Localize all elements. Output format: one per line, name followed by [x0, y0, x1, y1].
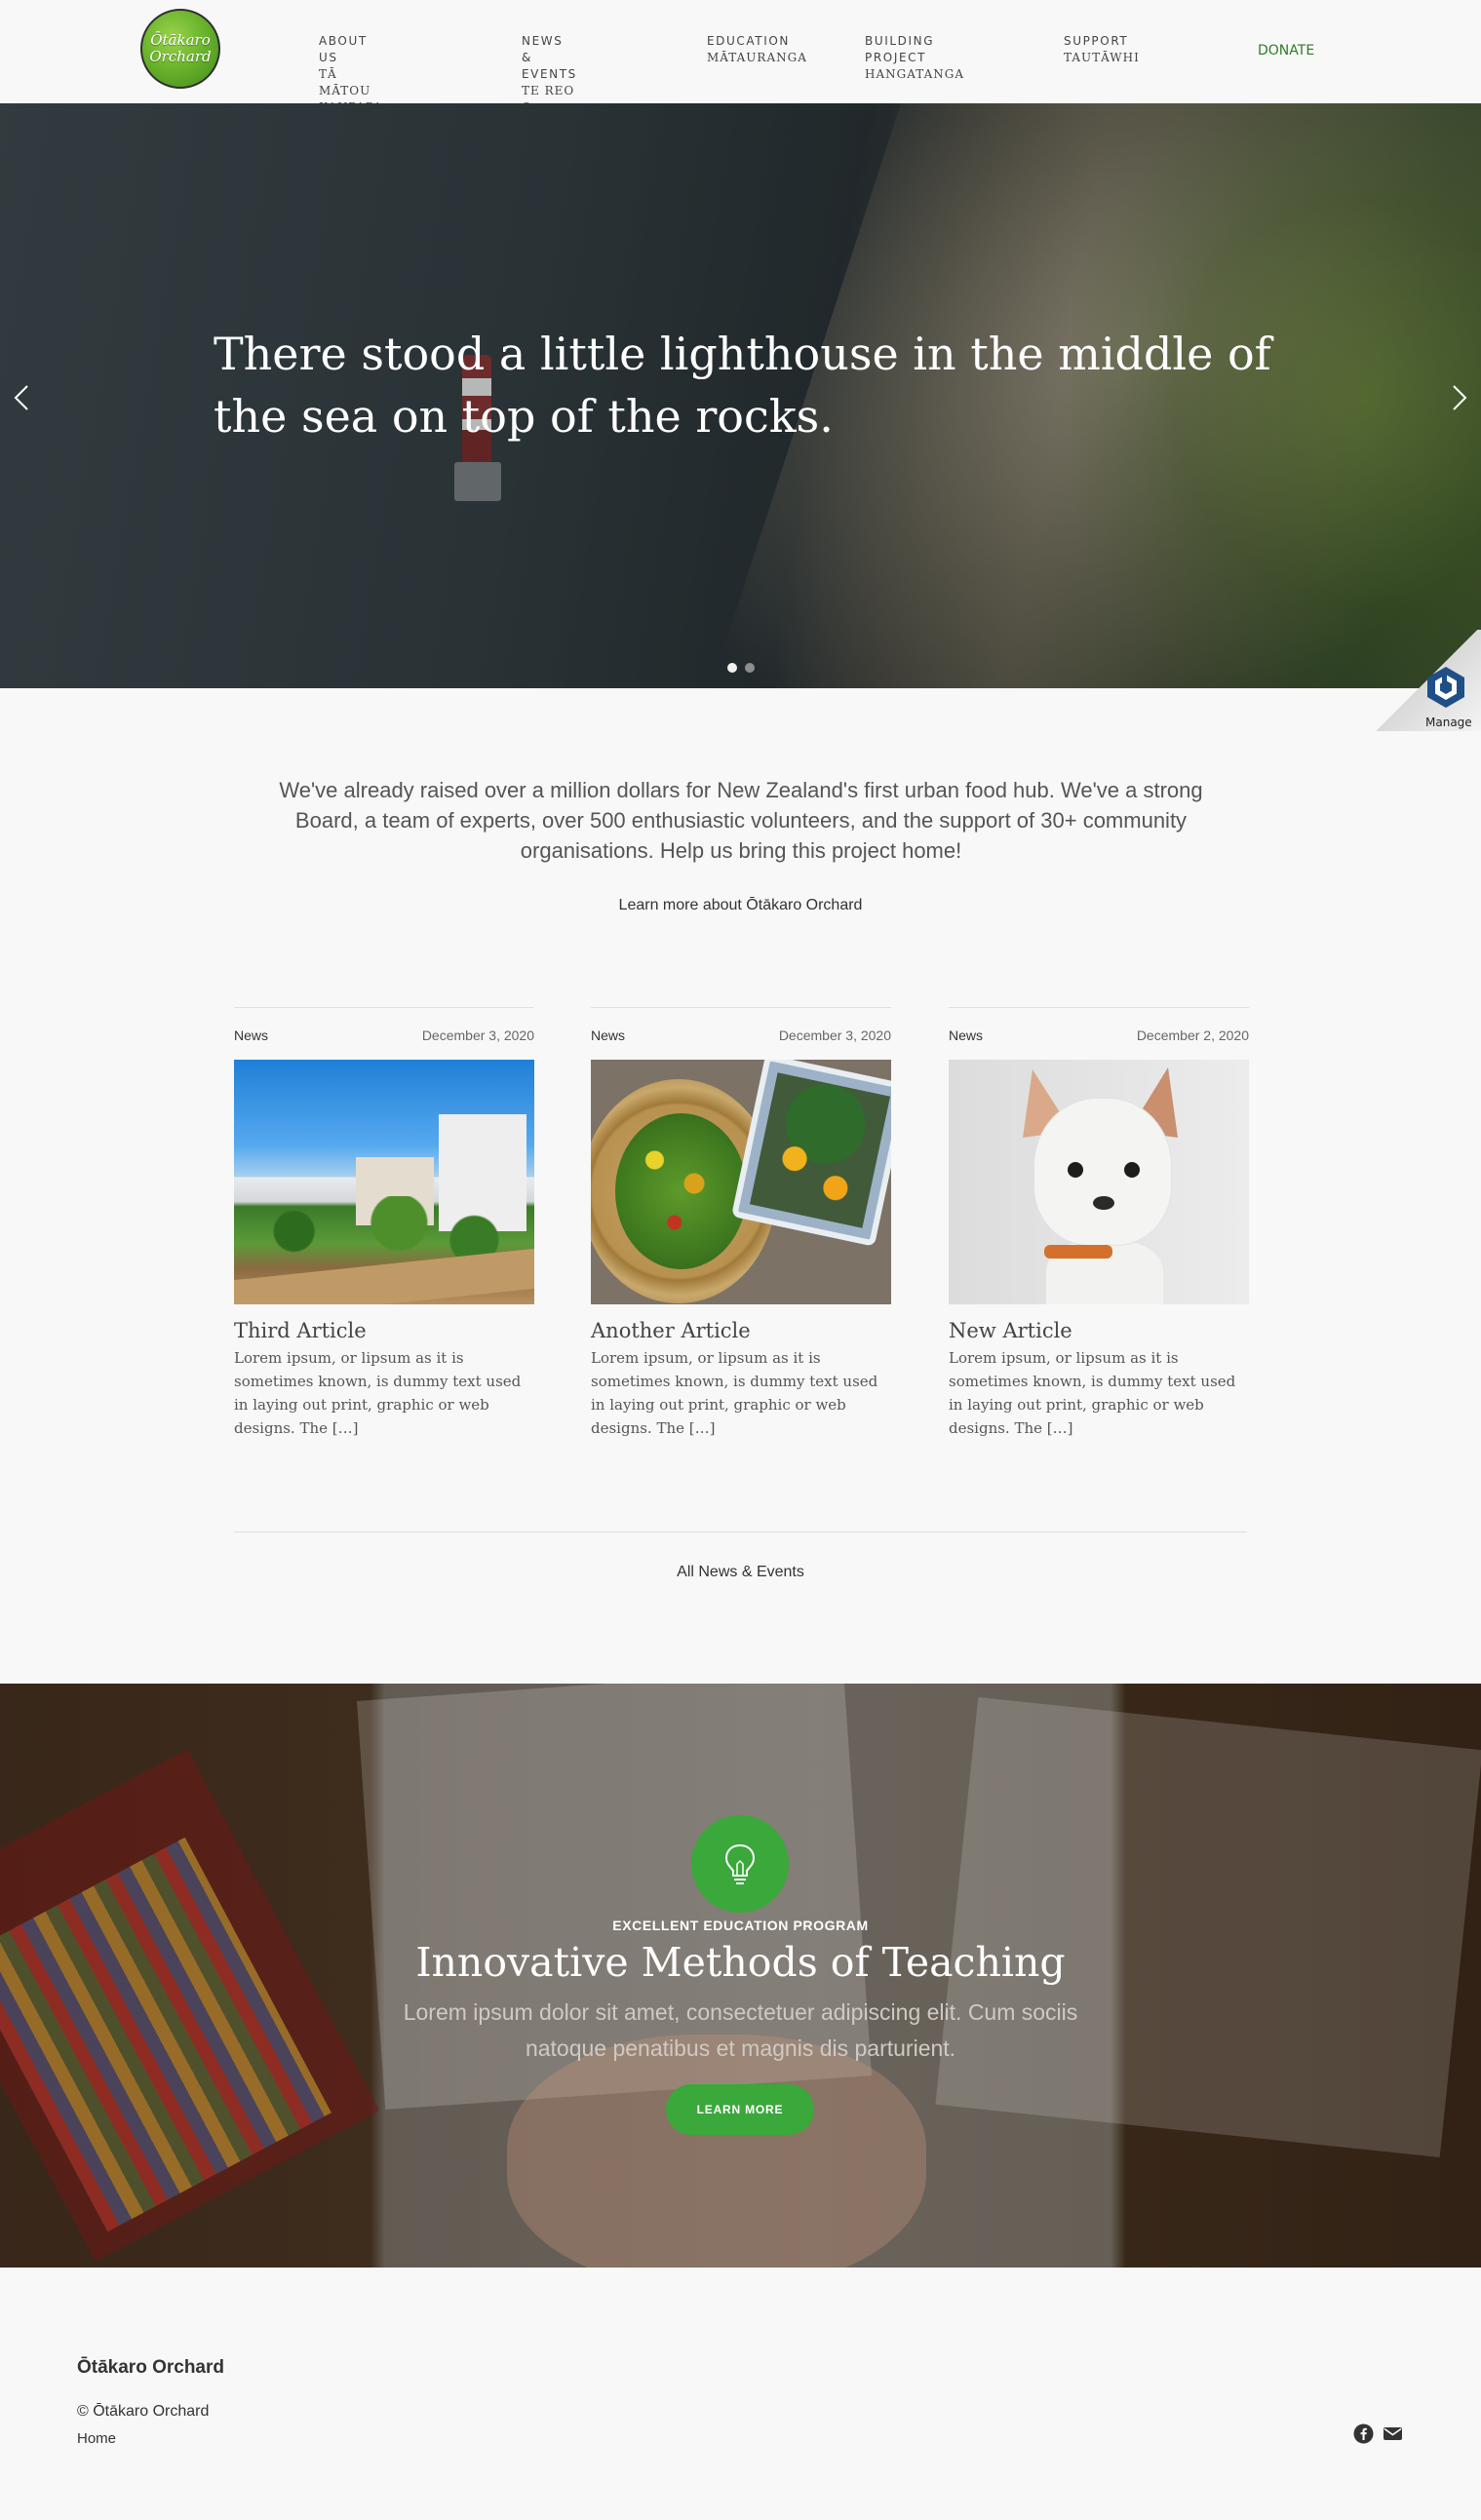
- education-banner: EXCELLENT EDUCATION PROGRAM Innovative M…: [0, 1684, 1481, 2268]
- nav-item-label: EDUCATION: [707, 34, 790, 48]
- image-dog-nose: [1093, 1196, 1114, 1210]
- intro-text: We've already raised over a million doll…: [279, 778, 1203, 863]
- site-header: ŌtākaroOrchard ABOUT US TĀ MĀTOU KAUPAPA…: [0, 0, 1481, 131]
- article-date: December 3, 2020: [421, 1027, 534, 1043]
- card-divider: [234, 1007, 534, 1008]
- nav-item-label: ABOUT US: [319, 34, 368, 64]
- slider-dot-1[interactable]: [727, 663, 737, 673]
- nav-item-label: BUILDING PROJECT: [865, 34, 935, 64]
- article-date: December 2, 2020: [1136, 1027, 1249, 1043]
- article-excerpt: Lorem ipsum, or lipsum as it is sometime…: [591, 1349, 878, 1437]
- learn-more-button[interactable]: LEARN MORE: [666, 2084, 814, 2135]
- chevron-left-icon: [14, 385, 28, 410]
- image-tray-produce: [749, 1072, 891, 1228]
- image-dog-eye: [1068, 1162, 1083, 1178]
- article-title[interactable]: Another Article: [591, 1319, 891, 1342]
- learn-more-link[interactable]: Learn more about Ōtākaro Orchard: [0, 897, 1481, 914]
- article-meta: News December 3, 2020: [591, 1027, 891, 1043]
- article-category[interactable]: News: [591, 1027, 625, 1043]
- footer-copyright: © Ōtākaro Orchard: [77, 2403, 210, 2420]
- all-news-link[interactable]: All News & Events: [0, 1564, 1481, 1581]
- article-card: News December 3, 2020 Another Article Lo…: [591, 1007, 891, 1440]
- nav-item-label: NEWS & EVENTS: [522, 34, 577, 81]
- slider-prev-button[interactable]: [8, 378, 37, 417]
- email-icon[interactable]: [1383, 2423, 1403, 2444]
- slider-next-button[interactable]: [1444, 378, 1473, 417]
- image-produce: [615, 1113, 747, 1269]
- footer-title: Ōtākaro Orchard: [77, 2357, 224, 2378]
- section-divider: [234, 1531, 1247, 1532]
- article-excerpt: Lorem ipsum, or lipsum as it is sometime…: [949, 1349, 1236, 1437]
- article-date: December 3, 2020: [778, 1027, 891, 1043]
- hero-slider: There stood a little lighthouse in the m…: [0, 103, 1481, 688]
- footer-home-link[interactable]: Home: [77, 2430, 116, 2447]
- education-kicker: EXCELLENT EDUCATION PROGRAM: [612, 1918, 869, 1933]
- logo-text-line2: Orchard: [149, 48, 212, 65]
- slider-pagination: [727, 663, 755, 673]
- article-title[interactable]: New Article: [949, 1319, 1249, 1342]
- social-links: [1353, 2423, 1403, 2444]
- donate-link[interactable]: DONATE: [1258, 43, 1314, 58]
- image-dog-head: [1034, 1099, 1171, 1245]
- article-image-garden[interactable]: [234, 1060, 534, 1304]
- article-title[interactable]: Third Article: [234, 1319, 534, 1342]
- nav-item-sublabel: HANGATANGA: [865, 67, 964, 81]
- image-tray: [730, 1060, 891, 1247]
- manage-widget[interactable]: Manage: [1373, 630, 1481, 731]
- education-heading: Innovative Methods of Teaching: [415, 1939, 1066, 1986]
- manage-hexagon-icon: [1427, 667, 1464, 708]
- education-subtext: Lorem ipsum dolor sit amet, consectetuer…: [403, 1999, 1078, 2061]
- article-image-vegetables[interactable]: [591, 1060, 891, 1304]
- article-category[interactable]: News: [949, 1027, 983, 1043]
- image-dog-collar: [1044, 1245, 1112, 1259]
- nav-item-support[interactable]: SUPPORT TAUTĀWHI: [1064, 33, 1140, 66]
- nav-item-sublabel: MĀTAURANGA: [707, 51, 807, 64]
- lighthouse-rock-image: [454, 462, 501, 501]
- article-image-dog[interactable]: [949, 1060, 1249, 1304]
- facebook-icon[interactable]: [1353, 2423, 1374, 2444]
- article-meta: News December 2, 2020: [949, 1027, 1249, 1043]
- nav-item-education[interactable]: EDUCATION MĀTAURANGA: [707, 33, 807, 66]
- lightbulb-icon: [724, 1843, 756, 1884]
- manage-label: Manage: [1425, 716, 1472, 729]
- hero-heading: There stood a little lighthouse in the m…: [214, 328, 1271, 443]
- logo-text: Ōtākaro Orchard: [149, 32, 211, 65]
- site-logo[interactable]: Ōtākaro Orchard: [140, 9, 220, 89]
- nav-item-label: SUPPORT: [1064, 34, 1129, 48]
- nav-item-building-project[interactable]: BUILDING PROJECT HANGATANGA: [865, 33, 964, 83]
- card-divider: [591, 1007, 891, 1008]
- article-meta: News December 3, 2020: [234, 1027, 534, 1043]
- article-excerpt: Lorem ipsum, or lipsum as it is sometime…: [234, 1349, 522, 1437]
- education-icon-badge: [691, 1815, 789, 1913]
- nav-item-sublabel: TAUTĀWHI: [1064, 51, 1140, 64]
- article-card: News December 2, 2020 New Article Lorem …: [949, 1007, 1249, 1440]
- image-dog-eye: [1124, 1162, 1140, 1178]
- slider-dot-2[interactable]: [745, 663, 755, 673]
- article-card: News December 3, 2020 Third Article Lore…: [234, 1007, 534, 1440]
- logo-text-line1: Ōtākaro: [150, 31, 211, 49]
- card-divider: [949, 1007, 1249, 1008]
- chevron-right-icon: [1453, 385, 1467, 410]
- article-category[interactable]: News: [234, 1027, 268, 1043]
- banner-hand-image: [507, 2035, 926, 2268]
